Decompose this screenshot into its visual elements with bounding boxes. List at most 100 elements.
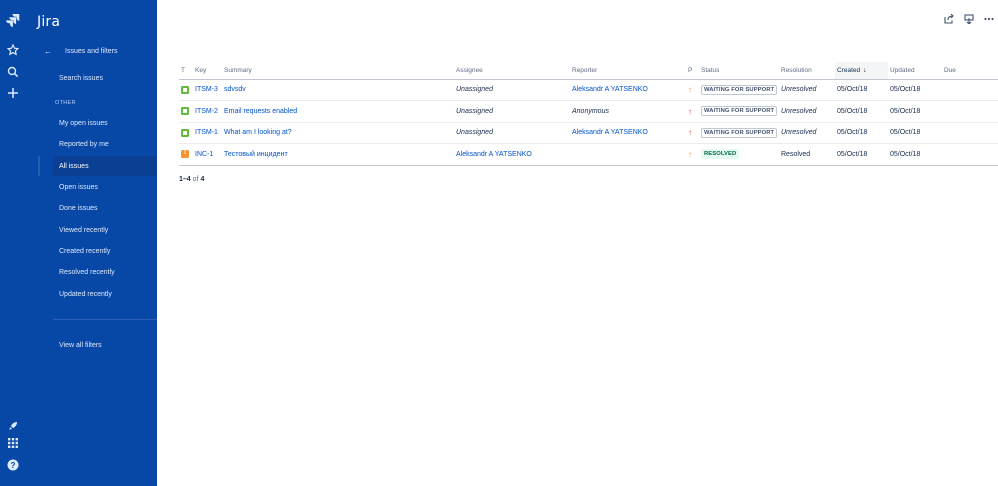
sidebar-item-resolved-recently[interactable]: Resolved recently (53, 263, 157, 283)
issue-priority: ↑ (686, 122, 699, 144)
back-to-issues-and-filters[interactable]: ← Issues and filters (44, 45, 118, 57)
incident-icon (181, 149, 189, 159)
issue-key[interactable]: ITSM-3 (193, 79, 222, 101)
column-header-status[interactable]: Status (699, 62, 779, 80)
results-range: 1–4 (179, 176, 191, 183)
sidebar-section-heading: OTHER (55, 100, 76, 106)
column-header-key[interactable]: Key (193, 62, 222, 80)
table-row[interactable]: ITSM-2 Email requests enabled Unassigned… (179, 100, 998, 123)
priority-high-icon: ↑ (688, 106, 692, 116)
sidebar-item-all-issues[interactable]: All issues (38, 156, 157, 176)
issue-priority: ↑ (686, 100, 699, 123)
status-badge: WAITING FOR SUPPORT (701, 127, 778, 138)
issue-reporter[interactable]: Aleksandr A YATSENKO (570, 79, 686, 101)
sidebar: Jira ← Issues and filters Search issues … (26, 0, 157, 486)
created-header-label: Created (837, 66, 861, 74)
issue-created: 05/Oct/18 (835, 143, 888, 166)
table-row[interactable]: ITSM-3 sdvsdv Unassigned Aleksandr A YAT… (179, 79, 998, 101)
sidebar-item-updated-recently[interactable]: Updated recently (53, 284, 157, 304)
status-badge: WAITING FOR SUPPORT (701, 84, 778, 95)
status-badge: RESOLVED (701, 149, 740, 160)
sidebar-item-view-all-filters[interactable]: View all filters (53, 335, 157, 355)
issue-key[interactable]: ITSM-1 (193, 122, 222, 144)
issue-summary[interactable]: Тестовый инцидент (222, 143, 454, 166)
issue-resolution: Unresolved (779, 100, 835, 123)
issue-reporter[interactable]: Aleksandr A YATSENKO (570, 122, 686, 144)
issue-reporter[interactable] (570, 143, 686, 166)
service-request-icon (181, 107, 189, 116)
column-header-assignee[interactable]: Assignee (454, 62, 570, 80)
sidebar-item-my-open-issues[interactable]: My open issues (53, 113, 157, 133)
sidebar-item-created-recently[interactable]: Created recently (53, 241, 157, 261)
issue-updated: 05/Oct/18 (888, 79, 942, 101)
issue-updated: 05/Oct/18 (888, 100, 942, 123)
column-header-updated[interactable]: Updated (888, 62, 942, 80)
more-icon[interactable] (983, 13, 994, 24)
star-icon[interactable] (0, 44, 26, 56)
issue-status: WAITING FOR SUPPORT (699, 79, 779, 101)
results-total: 4 (200, 176, 205, 183)
global-navigation: ? (0, 0, 26, 486)
table-row[interactable]: INC-1 Тестовый инцидент Aleksandr A YATS… (179, 143, 998, 166)
export-icon[interactable] (963, 13, 974, 24)
column-header-summary[interactable]: Summary (222, 62, 454, 80)
issue-assignee[interactable]: Aleksandr A YATSENKO (454, 143, 570, 166)
table-row[interactable]: ITSM-1 What am I looking at? Unassigned … (179, 122, 998, 144)
issue-type-cell (179, 100, 193, 123)
jira-logo-icon[interactable] (0, 13, 26, 27)
column-header-priority[interactable]: P (686, 62, 699, 80)
app-title[interactable]: Jira (37, 14, 60, 30)
issue-status: RESOLVED (699, 143, 779, 166)
sidebar-item-open-issues[interactable]: Open issues (53, 177, 157, 197)
issue-status: WAITING FOR SUPPORT (699, 122, 779, 144)
search-icon[interactable] (0, 66, 26, 78)
sidebar-item-reported-by-me[interactable]: Reported by me (53, 135, 157, 155)
help-icon[interactable]: ? (0, 459, 26, 471)
issue-key[interactable]: INC-1 (193, 143, 222, 166)
column-header-resolution[interactable]: Resolution (779, 62, 835, 80)
issue-priority: ↑ (686, 79, 699, 101)
priority-medium-icon: ↑ (688, 149, 692, 159)
priority-high-icon: ↑ (688, 128, 692, 138)
sidebar-item-search-issues[interactable]: Search issues (53, 68, 157, 88)
issue-created: 05/Oct/18 (835, 100, 888, 123)
sidebar-divider (53, 319, 157, 320)
status-badge: WAITING FOR SUPPORT (701, 106, 778, 117)
issue-due (942, 122, 998, 144)
sidebar-item-viewed-recently[interactable]: Viewed recently (53, 220, 157, 240)
arrow-left-icon: ← (44, 46, 52, 56)
column-header-reporter[interactable]: Reporter (570, 62, 686, 80)
issue-navigator-actions (943, 13, 994, 24)
share-icon[interactable] (943, 13, 954, 24)
issue-due (942, 79, 998, 101)
issue-priority: ↑ (686, 143, 699, 166)
issue-summary[interactable]: What am I looking at? (222, 122, 454, 144)
issue-key[interactable]: ITSM-2 (193, 100, 222, 123)
issue-table: T Key Summary Assignee Reporter P Status… (179, 62, 998, 166)
issue-summary[interactable]: sdvsdv (222, 79, 454, 101)
column-header-type[interactable]: T (179, 62, 193, 80)
issue-assignee: Unassigned (454, 100, 570, 123)
issue-updated: 05/Oct/18 (888, 143, 942, 166)
sidebar-item-done-issues[interactable]: Done issues (53, 199, 157, 219)
plus-icon[interactable] (0, 87, 26, 99)
service-request-icon (181, 128, 189, 137)
issue-assignee: Unassigned (454, 122, 570, 144)
issue-assignee: Unassigned (454, 79, 570, 101)
column-header-created[interactable]: Created ↓ (835, 62, 888, 80)
issue-type-cell (179, 143, 193, 166)
issue-summary[interactable]: Email requests enabled (222, 100, 454, 123)
svg-text:?: ? (11, 461, 16, 470)
issue-resolution: Unresolved (779, 122, 835, 144)
issue-resolution: Resolved (779, 143, 835, 166)
issue-updated: 05/Oct/18 (888, 122, 942, 144)
issue-due (942, 100, 998, 123)
results-count: 1–4 of 4 (179, 176, 204, 183)
column-header-due[interactable]: Due (942, 62, 998, 80)
app-switcher-icon[interactable] (0, 438, 26, 448)
issue-status: WAITING FOR SUPPORT (699, 100, 779, 123)
issue-created: 05/Oct/18 (835, 122, 888, 144)
back-label: Issues and filters (65, 47, 118, 55)
rocket-icon[interactable] (0, 421, 26, 431)
sort-descending-icon: ↓ (863, 66, 867, 74)
